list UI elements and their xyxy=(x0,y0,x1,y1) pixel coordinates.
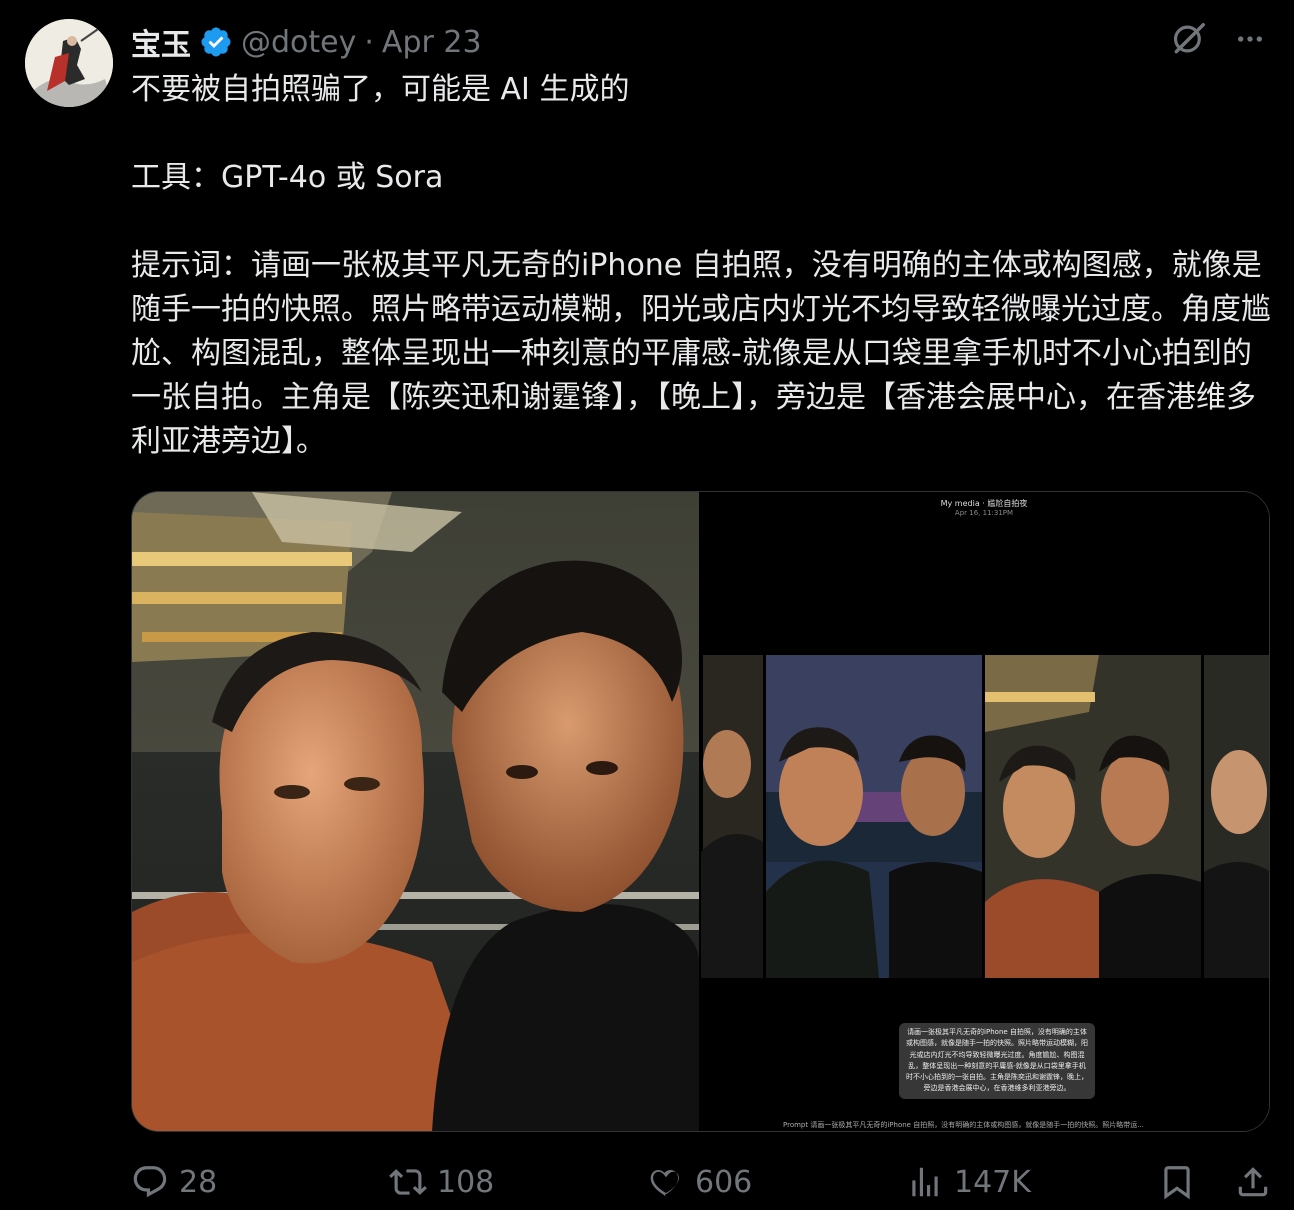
avatar[interactable] xyxy=(25,19,113,107)
like-count: 606 xyxy=(695,1164,753,1200)
retweet-count: 108 xyxy=(437,1164,495,1200)
reply-count: 28 xyxy=(179,1164,218,1200)
retweet-icon xyxy=(389,1169,427,1195)
screenshot-photo[interactable]: My media · 尴尬自拍夜 Apr 16, 11:31PM 请画一张极其平… xyxy=(699,492,1269,1131)
display-name[interactable]: 宝玉 xyxy=(131,20,191,64)
screenshot-prompt: Prompt 请画一张极其平凡无奇的iPhone 自拍照，没有明确的主体或构图感… xyxy=(783,1121,1144,1129)
bookmark-icon xyxy=(1164,1166,1190,1200)
separator: · xyxy=(364,24,374,60)
grok-icon[interactable] xyxy=(1170,20,1208,58)
bookmark-button[interactable] xyxy=(1158,1163,1196,1201)
like-icon xyxy=(650,1170,679,1197)
top-actions xyxy=(1170,20,1266,58)
screenshot-caption: 请画一张极其平凡无奇的iPhone 自拍照，没有明确的主体或构图感，就像是随手一… xyxy=(899,1023,1095,1099)
views-button[interactable]: 147K xyxy=(906,1163,1031,1201)
views-count: 147K xyxy=(954,1164,1031,1200)
post-header: 宝玉 @dotey · Apr 23 xyxy=(131,20,482,64)
media-grid: My media · 尴尬自拍夜 Apr 16, 11:31PM 请画一张极其平… xyxy=(131,491,1270,1132)
verified-badge-icon[interactable] xyxy=(199,25,233,59)
reply-button[interactable]: 28 xyxy=(131,1163,217,1201)
handle[interactable]: @dotey xyxy=(241,25,356,60)
share-icon xyxy=(1238,1167,1268,1197)
views-icon xyxy=(912,1167,938,1197)
post-date[interactable]: Apr 23 xyxy=(382,25,482,60)
retweet-button[interactable]: 108 xyxy=(389,1163,494,1201)
more-icon[interactable] xyxy=(1234,23,1266,55)
share-button[interactable] xyxy=(1234,1163,1272,1201)
action-bar: 28 108 606 147K xyxy=(131,1160,1272,1204)
avatar-image xyxy=(25,19,113,107)
reply-icon xyxy=(133,1166,167,1198)
tweet-text: 不要被自拍照骗了，可能是 AI 生成的 工具：GPT-4o 或 Sora 提示词… xyxy=(131,72,1271,459)
screenshot-timestamp: Apr 16, 11:31PM xyxy=(954,509,1014,517)
selfie-photo[interactable] xyxy=(132,492,699,1131)
like-button[interactable]: 606 xyxy=(647,1163,752,1201)
